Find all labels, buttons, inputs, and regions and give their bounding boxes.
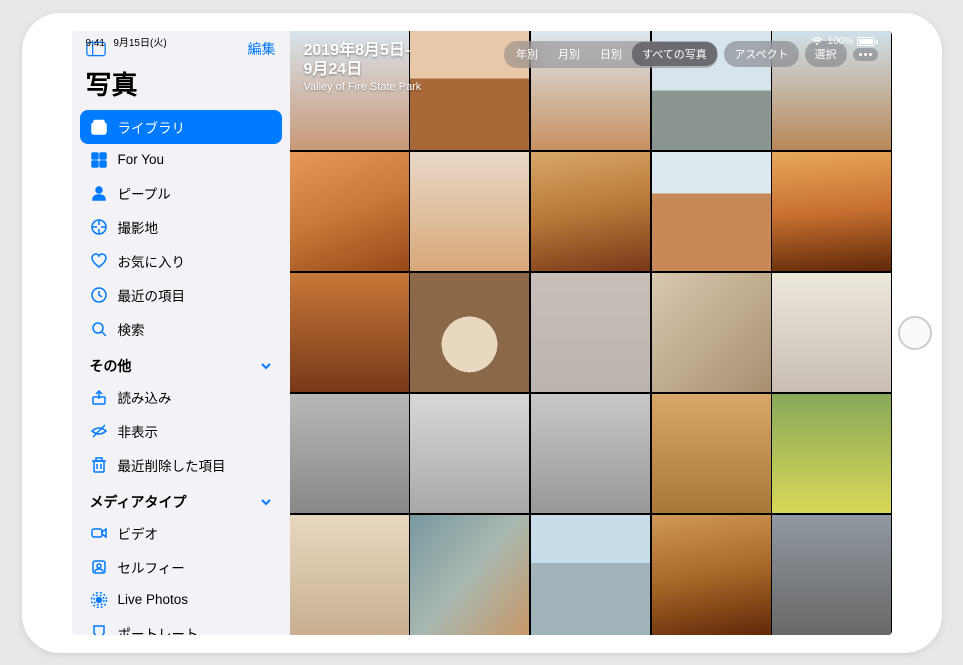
search-icon (90, 320, 108, 338)
section-other[interactable]: その他 (80, 346, 282, 380)
photo-thumbnail[interactable] (290, 152, 409, 272)
sidebar-item-label: お気に入り (118, 251, 186, 271)
photo-thumbnail[interactable] (531, 152, 650, 272)
photo-thumbnail[interactable] (772, 515, 891, 635)
sidebar-item-video[interactable]: ビデオ (80, 516, 282, 550)
photo-thumbnail[interactable] (652, 152, 771, 272)
chevron-down-icon (260, 360, 272, 372)
content: 編集 写真 ライブラリFor Youピープル撮影地お気に入り最近の項目検索 その… (72, 31, 892, 635)
import-icon (90, 388, 108, 406)
status-date: 9月15日(火) (113, 38, 166, 49)
photo-thumbnail[interactable] (531, 394, 650, 514)
section-media[interactable]: メディアタイプ (80, 482, 282, 516)
sidebar-item-places[interactable]: 撮影地 (80, 210, 282, 244)
photo-thumbnail[interactable] (531, 273, 650, 393)
sidebar-item-portrait[interactable]: ポートレート (80, 616, 282, 635)
recent-icon (90, 286, 108, 304)
location-label: Valley of Fire State Park (304, 81, 422, 93)
sidebar-item-search[interactable]: 検索 (80, 312, 282, 346)
sidebar-item-label: セルフィー (118, 557, 185, 577)
sidebar-item-library[interactable]: ライブラリ (80, 110, 282, 144)
sidebar-item-label: 非表示 (118, 421, 159, 441)
photo-thumbnail[interactable] (410, 394, 529, 514)
sidebar-item-selfie[interactable]: セルフィー (80, 550, 282, 584)
trash-icon (90, 456, 108, 474)
photo-grid[interactable] (290, 31, 892, 635)
date-line-2: 9月24日 (304, 60, 422, 79)
photo-thumbnail[interactable] (531, 515, 650, 635)
photo-thumbnail[interactable] (290, 515, 409, 635)
selfie-icon (90, 558, 108, 576)
live-icon (90, 591, 108, 609)
photo-thumbnail[interactable] (290, 394, 409, 514)
sidebar-item-label: ライブラリ (118, 117, 186, 137)
sidebar-item-label: ビデオ (118, 523, 159, 543)
sidebar-item-label: 最近削除した項目 (118, 455, 226, 475)
sidebar: 編集 写真 ライブラリFor Youピープル撮影地お気に入り最近の項目検索 その… (72, 31, 290, 635)
places-icon (90, 218, 108, 236)
main-area: 2019年8月5日- 9月24日 Valley of Fire State Pa… (290, 31, 892, 635)
foryou-icon (90, 151, 108, 169)
sidebar-item-live[interactable]: Live Photos (80, 584, 282, 616)
photo-thumbnail[interactable] (772, 273, 891, 393)
chevron-down-icon (260, 496, 272, 508)
video-icon (90, 524, 108, 542)
hidden-icon (90, 422, 108, 440)
sidebar-item-trash[interactable]: 最近削除した項目 (80, 448, 282, 482)
sidebar-item-label: 検索 (118, 319, 145, 339)
sidebar-item-hidden[interactable]: 非表示 (80, 414, 282, 448)
battery-percent: 100% (827, 36, 853, 47)
section-other-label: その他 (90, 356, 132, 376)
photo-thumbnail[interactable] (652, 273, 771, 393)
sidebar-item-label: 読み込み (118, 387, 172, 407)
portrait-icon (90, 624, 108, 635)
photo-thumbnail[interactable] (410, 152, 529, 272)
sidebar-item-import[interactable]: 読み込み (80, 380, 282, 414)
section-media-label: メディアタイプ (90, 492, 187, 512)
library-icon (90, 118, 108, 136)
status-right: 100% (811, 36, 877, 47)
sidebar-item-foryou[interactable]: For You (80, 144, 282, 176)
sidebar-item-label: ポートレート (118, 623, 199, 635)
sidebar-item-label: 撮影地 (118, 217, 159, 237)
sidebar-item-recent[interactable]: 最近の項目 (80, 278, 282, 312)
photo-thumbnail[interactable] (410, 515, 529, 635)
sidebar-item-label: For You (118, 152, 165, 167)
status-bar: 9:41 9月15日(火) 100% (72, 31, 892, 49)
screen: 9:41 9月15日(火) 100% 編集 写真 ライブラ (72, 31, 892, 635)
photo-thumbnail[interactable] (410, 273, 529, 393)
sidebar-item-label: ピープル (118, 183, 171, 203)
photo-thumbnail[interactable] (290, 273, 409, 393)
people-icon (90, 184, 108, 202)
app-title: 写真 (80, 65, 282, 110)
photo-thumbnail[interactable] (652, 515, 771, 635)
photo-thumbnail[interactable] (772, 152, 891, 272)
sidebar-item-favorite[interactable]: お気に入り (80, 244, 282, 278)
battery-icon (857, 37, 878, 46)
status-time: 9:41 (86, 38, 105, 49)
favorite-icon (90, 252, 108, 270)
sidebar-item-people[interactable]: ピープル (80, 176, 282, 210)
home-button[interactable] (898, 316, 932, 350)
sidebar-item-label: Live Photos (118, 592, 189, 607)
wifi-icon (811, 37, 823, 46)
status-left: 9:41 9月15日(火) (86, 34, 167, 49)
ipad-device: 9:41 9月15日(火) 100% 編集 写真 ライブラ (22, 13, 942, 653)
ellipsis-icon (859, 53, 872, 56)
more-button[interactable] (853, 48, 878, 61)
photo-thumbnail[interactable] (652, 394, 771, 514)
sidebar-item-label: 最近の項目 (118, 285, 186, 305)
photo-thumbnail[interactable] (772, 394, 891, 514)
